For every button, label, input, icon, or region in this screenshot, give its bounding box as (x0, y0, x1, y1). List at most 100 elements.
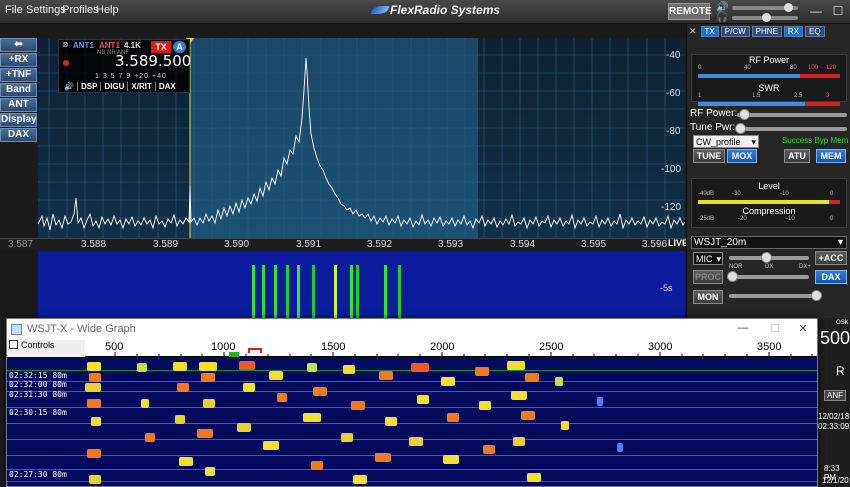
waterfall[interactable] (38, 251, 685, 321)
acc-button[interactable]: +ACC (815, 251, 847, 265)
signal-trace (141, 399, 149, 408)
tune-power-slider[interactable] (735, 123, 847, 134)
controls-checkbox[interactable]: Controls (9, 340, 55, 353)
tab-rx[interactable]: RX (783, 25, 804, 37)
collapse-arrow-button[interactable]: ⬅ (0, 38, 37, 52)
slider-knob[interactable] (739, 109, 750, 120)
monitor-volume-slider[interactable] (729, 290, 822, 301)
dax-tx-button[interactable]: DAX (815, 270, 847, 284)
slider-knob[interactable] (735, 123, 746, 134)
menu-help[interactable]: Help (96, 4, 119, 16)
minimize-icon[interactable]: — (808, 3, 824, 19)
slider-knob[interactable] (762, 13, 771, 22)
tune-button[interactable]: TUNE (693, 149, 725, 163)
meter-redzone (828, 200, 840, 204)
band-button[interactable]: Band (0, 83, 37, 97)
audio-frequency-ruler[interactable]: 500 1000 1500 2000 2500 3000 3500 (85, 340, 817, 357)
mic-source-select[interactable]: MIC ▾ (693, 252, 723, 265)
signal-trace (409, 437, 423, 446)
minimize-icon[interactable]: — (733, 322, 753, 336)
rf-power-label: RF Power: (690, 108, 738, 119)
signal-trace (475, 367, 489, 376)
dax-button[interactable]: DAX (0, 128, 37, 142)
waterfall-signal (274, 265, 277, 321)
close-slice-icon[interactable]: ⊗ (62, 40, 69, 49)
slice-flag[interactable]: ⊗ ANT1 ANT1 4.1K NB NR ANF TX A 3.589.50… (58, 39, 191, 93)
waterfall-signal (356, 265, 359, 321)
add-rx-button[interactable]: +RX (0, 53, 37, 67)
mon-button[interactable]: MON (693, 290, 723, 304)
ant-button[interactable]: ANT (0, 98, 37, 112)
tab-phne[interactable]: PHNE (751, 25, 782, 37)
scale-label: -25dB (698, 216, 715, 222)
frequency-axis[interactable]: 3.587 3.588 3.589 3.590 3.591 3.592 3.59… (0, 238, 686, 250)
tx-antenna[interactable]: ANT1 (73, 41, 94, 50)
master-volume-slider[interactable] (732, 3, 798, 12)
ruler-label: 1500 (321, 341, 346, 353)
scale-label: 80 (790, 65, 797, 71)
freq-label: 3.589 (153, 239, 179, 250)
audio-tab-speaker-icon[interactable]: 🔊 (61, 82, 78, 91)
slider-knob[interactable] (811, 290, 822, 301)
headphone-volume-slider[interactable] (732, 13, 798, 22)
meter-fill (698, 74, 801, 78)
ruler-label: 500 (105, 341, 124, 353)
mic-level-slider[interactable] (729, 252, 809, 263)
mox-button[interactable]: MOX (727, 149, 757, 163)
tab-pcw[interactable]: P/CW (720, 25, 750, 37)
tx-profile-select[interactable]: CW_profile ▾ (693, 135, 759, 148)
slice-tabs: 🔊 DSP DIGU X/RIT DAX (61, 82, 179, 91)
display-button[interactable]: Display (0, 113, 37, 127)
brand-logo: FlexRadio Systems (370, 3, 500, 17)
anf-button[interactable]: ANF (824, 390, 846, 401)
tab-tx[interactable]: TX (700, 25, 719, 37)
proc-button[interactable]: PROC (693, 270, 723, 284)
tab-eq[interactable]: EQ (805, 25, 825, 37)
slider-knob[interactable] (727, 271, 738, 282)
signal-trace (175, 415, 185, 424)
close-icon[interactable]: ✕ (793, 322, 813, 336)
menu-file[interactable]: File (5, 4, 23, 16)
close-panel-icon[interactable]: ✕ (689, 26, 697, 37)
maximize-icon[interactable]: ☐ (830, 3, 846, 19)
level-meter-title: Level (758, 181, 780, 191)
xrit-tab[interactable]: X/RIT (128, 82, 156, 91)
dsp-tab[interactable]: DSP (78, 82, 102, 91)
ruler-label: 2000 (430, 341, 455, 353)
swr-bar (698, 102, 840, 106)
signal-trace (307, 363, 317, 372)
waterfall-signal (286, 265, 289, 321)
proc-level-slider[interactable] (727, 271, 809, 282)
rx-antenna[interactable]: ANT1 (99, 41, 120, 50)
slider-knob[interactable] (784, 3, 793, 12)
scale-label: 120 (826, 65, 837, 71)
waterfall-signal (297, 265, 300, 321)
remote-button[interactable]: REMOTE (668, 3, 712, 20)
freq-label: 3.596 (642, 239, 668, 250)
freq-label: 3.592 (367, 239, 393, 250)
rf-power-slider[interactable] (737, 109, 847, 120)
checkbox-icon[interactable] (9, 340, 18, 349)
dax-tab[interactable]: DAX (156, 82, 179, 91)
mic-profile-select[interactable]: WSJT_20m ▾ (691, 236, 847, 249)
slice-frequency[interactable]: 3.589.500 (115, 52, 191, 70)
wsjt-title-bar[interactable]: WSJT-X - Wide Graph — ☐ ✕ (7, 319, 817, 340)
signal-trace (483, 445, 495, 454)
mem-button[interactable]: MEM (816, 149, 846, 163)
signal-trace (91, 417, 101, 426)
menu-profiles[interactable]: Profiles (62, 4, 99, 16)
menu-settings[interactable]: Settings (26, 4, 66, 16)
slider-knob[interactable] (761, 252, 772, 263)
atu-button[interactable]: ATU (784, 149, 810, 163)
add-tnf-button[interactable]: +TNF (0, 68, 37, 82)
maximize-icon[interactable]: ☐ (765, 322, 785, 336)
scale-label: 100 (808, 65, 819, 71)
record-icon[interactable] (63, 60, 69, 66)
period-separator (7, 481, 817, 482)
level-bar (698, 200, 840, 204)
waterfall-signal (312, 265, 315, 321)
mode-tab[interactable]: DIGU (101, 82, 129, 91)
wsjt-wide-graph-window[interactable]: WSJT-X - Wide Graph — ☐ ✕ Controls 500 1… (6, 318, 818, 487)
wsjt-waterfall[interactable]: 02:32:15 80m 02:32:00 80m 02:31:30 80m 0… (7, 357, 817, 486)
scale-label: -10 (780, 191, 789, 197)
